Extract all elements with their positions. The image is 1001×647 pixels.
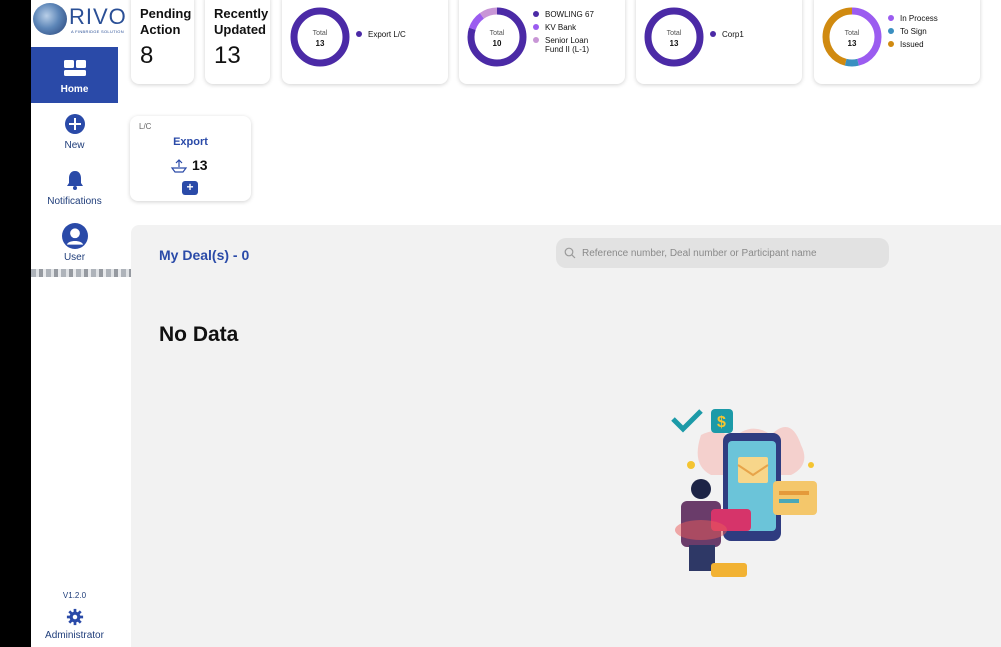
donut-chart: Total 13 [822,7,882,67]
donut-slice [644,7,704,67]
user-icon [61,223,88,249]
no-data-text: No Data [159,323,239,346]
sidebar-item-label: User [63,252,86,263]
donut-slice [290,7,350,67]
my-deals-title: My Deal(s) - 0 [159,247,250,263]
donut-total-value: 10 [493,39,502,48]
donut-chart: Total 13 [644,7,704,67]
empty-state-illustration: $ [671,409,817,577]
logo-text: RIVO [69,4,127,29]
my-deals-panel: My Deal(s) - 0 No Data $ [131,225,1001,647]
lc-title: Export [173,136,208,148]
donut-legend: Corp1 [710,30,744,43]
donut-card-product[interactable]: Total 13 Export L/C [282,0,448,84]
pending-action-title: Pending Action [140,6,192,37]
logo-subtitle: A FINBRIDGE SOLUTION [71,29,124,34]
lc-tag: L/C [139,122,152,131]
recently-updated-value: 13 [214,42,241,69]
legend-item: BOWLING 67 [533,10,621,19]
sidebar: RIVO A FINBRIDGE SOLUTION Home New Notif… [31,0,126,647]
legend-item: Senior Loan Fund II (L-1) [533,36,621,54]
sidebar-item-user[interactable]: User [31,215,118,271]
administrator-label: Administrator [45,630,104,641]
donut-total-label: Total [845,30,860,37]
legend-item: In Process [888,14,938,23]
sidebar-item-new[interactable]: New [31,103,118,159]
legend-item: Export L/C [356,30,406,39]
sidebar-item-label: Notifications [47,196,102,207]
recently-updated-card[interactable]: Recently Updated 13 [205,0,270,84]
recently-updated-title: Recently Updated [214,6,269,37]
sidebar-item-label: New [64,140,85,151]
donut-legend: BOWLING 67 KV Bank Senior Loan Fund II (… [533,10,621,58]
donut-card-status[interactable]: Total 13 In Process To Sign Issued [814,0,980,84]
black-strip [0,0,31,647]
search-icon [564,247,576,259]
donut-total-value: 13 [316,39,325,48]
export-ship-icon [170,159,188,173]
legend-item: Corp1 [710,30,744,39]
pending-action-card[interactable]: Pending Action 8 [131,0,194,84]
sidebar-item-home[interactable]: Home [31,47,118,103]
bell-icon [66,171,83,190]
gear-icon [66,608,83,626]
home-icon [63,60,86,76]
version-label: V1.2.0 [62,591,87,600]
donut-card-party[interactable]: Total 10 BOWLING 67 KV Bank Senior Loan F… [459,0,625,84]
donut-total-label: Total [490,30,505,37]
add-lc-button[interactable]: + [182,181,198,195]
sidebar-item-notifications[interactable]: Notifications [31,159,118,215]
globe-logo-icon [33,3,67,35]
donut-chart: Total 10 [467,7,527,67]
legend-item: To Sign [888,27,938,36]
sidebar-item-label: Home [60,84,89,95]
pending-action-value: 8 [140,42,154,69]
donut-card-corp[interactable]: Total 13 Corp1 [636,0,802,84]
svg-text:$: $ [717,414,726,431]
blurred-username [31,269,131,277]
deal-search-input[interactable] [582,238,882,268]
donut-total-label: Total [667,30,682,37]
lc-count: 13 [192,157,208,173]
administrator-button[interactable]: Administrator [31,608,118,646]
logo[interactable]: RIVO A FINBRIDGE SOLUTION [33,3,126,35]
donut-chart: Total 13 [290,7,350,67]
legend-item: Issued [888,40,938,49]
deal-search-box[interactable] [556,238,889,268]
donut-legend: Export L/C [356,30,406,43]
donut-total-value: 13 [670,39,679,48]
legend-item: KV Bank [533,23,621,32]
donut-total-value: 13 [848,39,857,48]
plus-circle-icon [64,114,85,134]
lc-export-card[interactable]: L/C Export 13 + [130,116,251,201]
donut-legend: In Process To Sign Issued [888,14,938,53]
donut-total-label: Total [313,30,328,37]
